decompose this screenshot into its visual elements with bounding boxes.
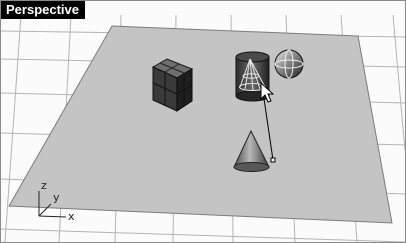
ground-plane[interactable] — [8, 25, 393, 224]
sphere-object[interactable] — [274, 49, 304, 79]
axis-z-label: z — [41, 179, 47, 192]
viewport-scene[interactable] — [1, 1, 405, 242]
viewport-title-tab[interactable]: Perspective — [1, 1, 85, 19]
axis-y-label: y — [53, 191, 60, 204]
axis-x-label: x — [68, 210, 75, 223]
box-object[interactable] — [151, 58, 194, 112]
drag-end-grip[interactable] — [270, 157, 276, 163]
perspective-viewport[interactable]: Perspective z y x — [0, 0, 406, 243]
